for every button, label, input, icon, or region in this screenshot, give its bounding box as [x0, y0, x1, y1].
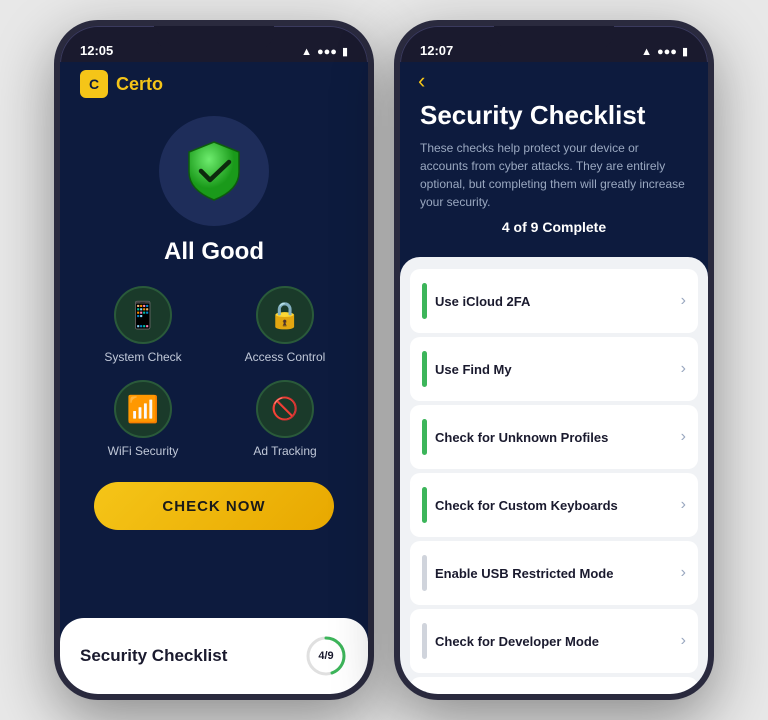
- item-indicator-developer-mode: [422, 623, 427, 659]
- checklist-item-icloud2fa[interactable]: Use iCloud 2FA ›: [410, 269, 698, 333]
- signal-icon: ●●●: [317, 46, 337, 58]
- certo-logo-icon: C: [80, 70, 108, 98]
- item-label-custom-keyboards: Check for Custom Keyboards: [435, 498, 673, 513]
- back-button[interactable]: ‹: [400, 62, 708, 100]
- item-label-usb-restricted: Enable USB Restricted Mode: [435, 566, 673, 581]
- chevron-findmy: ›: [681, 360, 686, 378]
- item-indicator-unknown-profiles: [422, 419, 427, 455]
- battery-icon-2: ▮: [682, 45, 688, 58]
- status-icons-2: ▲ ●●● ▮: [641, 45, 688, 58]
- check-now-button[interactable]: CHECK NOW: [94, 482, 334, 530]
- item-indicator-usb-restricted: [422, 555, 427, 591]
- checklist-header: Security Checklist These checks help pro…: [400, 100, 708, 257]
- system-check-item[interactable]: 📱 System Check: [80, 286, 206, 364]
- chevron-unknown-profiles: ›: [681, 428, 686, 446]
- ad-tracking-icon: 🚫: [256, 380, 314, 438]
- access-control-icon: 🔒: [256, 286, 314, 344]
- phone2-main: ‹ Security Checklist These checks help p…: [400, 62, 708, 694]
- wifi-security-label: WiFi Security: [108, 444, 179, 458]
- shield-background: [159, 116, 269, 226]
- system-check-icon: 📱: [114, 286, 172, 344]
- phone-1: 12:05 ▲ ●●● ▮ C Certo: [54, 20, 374, 700]
- checklist-card-title: Security Checklist: [80, 646, 227, 666]
- progress-label: 4/9: [318, 650, 333, 662]
- status-time-2: 12:07: [420, 43, 453, 58]
- item-label-developer-mode: Check for Developer Mode: [435, 634, 673, 649]
- battery-icon: ▮: [342, 45, 348, 58]
- access-control-label: Access Control: [245, 350, 326, 364]
- certo-logo-text: Certo: [116, 74, 163, 95]
- wifi-icon: ▲: [301, 46, 312, 58]
- checklist-item-developer-mode[interactable]: Check for Developer Mode ›: [410, 609, 698, 673]
- phone-2: 12:07 ▲ ●●● ▮ ‹ Security Checklist These…: [394, 20, 714, 700]
- feature-grid: 📱 System Check 🔒 Access Control 📶 WiFi S…: [60, 286, 368, 458]
- item-indicator-review-devices: [422, 691, 427, 694]
- checklist-item-review-devices[interactable]: Review Devices in iCloud ›: [410, 677, 698, 694]
- status-icons-1: ▲ ●●● ▮: [301, 45, 348, 58]
- checklist-description: These checks help protect your device or…: [420, 139, 688, 211]
- progress-circle: 4/9: [304, 634, 348, 678]
- item-indicator-findmy: [422, 351, 427, 387]
- access-control-item[interactable]: 🔒 Access Control: [222, 286, 348, 364]
- item-indicator-icloud2fa: [422, 283, 427, 319]
- logo-bar: C Certo: [60, 62, 368, 106]
- wifi-security-icon: 📶: [114, 380, 172, 438]
- status-time-1: 12:05: [80, 43, 113, 58]
- wifi-icon-2: ▲: [641, 46, 652, 58]
- phone1-content: C Certo All Good 📱: [60, 62, 368, 694]
- checklist-item-usb-restricted[interactable]: Enable USB Restricted Mode ›: [410, 541, 698, 605]
- notch: [154, 26, 274, 50]
- checklist-item-custom-keyboards[interactable]: Check for Custom Keyboards ›: [410, 473, 698, 537]
- chevron-custom-keyboards: ›: [681, 496, 686, 514]
- signal-icon-2: ●●●: [657, 46, 677, 58]
- checklist-item-unknown-profiles[interactable]: Check for Unknown Profiles ›: [410, 405, 698, 469]
- item-label-unknown-profiles: Check for Unknown Profiles: [435, 430, 673, 445]
- item-label-findmy: Use Find My: [435, 362, 673, 377]
- wifi-security-item[interactable]: 📶 WiFi Security: [80, 380, 206, 458]
- item-label-icloud2fa: Use iCloud 2FA: [435, 294, 673, 309]
- checklist-list: Use iCloud 2FA › Use Find My › Check for…: [400, 257, 708, 694]
- shield-area: All Good: [159, 116, 269, 266]
- ad-tracking-item[interactable]: 🚫 Ad Tracking: [222, 380, 348, 458]
- checklist-title: Security Checklist: [420, 100, 688, 131]
- all-good-label: All Good: [164, 238, 264, 266]
- chevron-developer-mode: ›: [681, 632, 686, 650]
- ad-tracking-label: Ad Tracking: [253, 444, 316, 458]
- notch-2: [494, 26, 614, 50]
- chevron-icloud2fa: ›: [681, 292, 686, 310]
- security-checklist-card[interactable]: Security Checklist 4/9: [60, 618, 368, 694]
- checklist-item-findmy[interactable]: Use Find My ›: [410, 337, 698, 401]
- item-indicator-custom-keyboards: [422, 487, 427, 523]
- shield-icon: [179, 136, 249, 206]
- chevron-usb-restricted: ›: [681, 564, 686, 582]
- complete-count: 4 of 9 Complete: [420, 219, 688, 235]
- system-check-label: System Check: [104, 350, 181, 364]
